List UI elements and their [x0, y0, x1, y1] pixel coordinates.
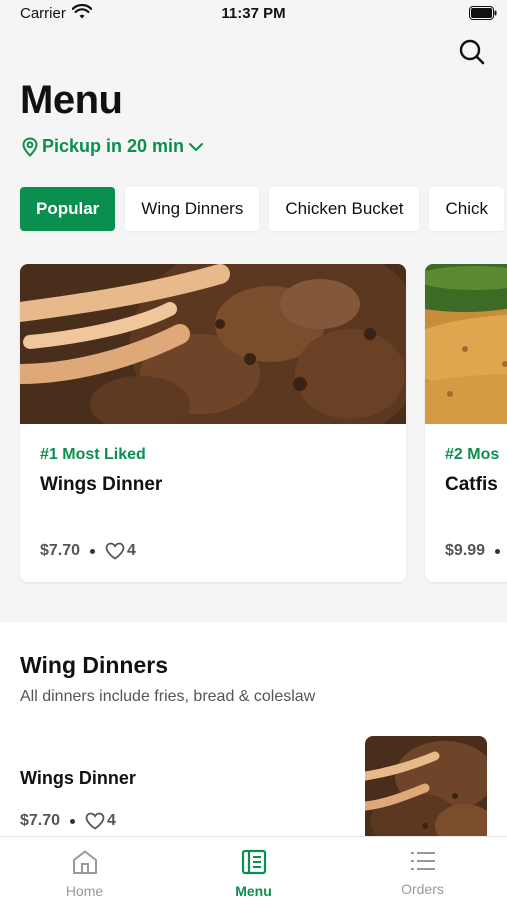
card-price: $7.70: [40, 542, 81, 559]
card-meta: $7.70 4: [40, 542, 136, 560]
tab-home[interactable]: Home: [0, 837, 169, 900]
home-icon: [72, 850, 97, 874]
bottom-tab-bar: Home Menu Orders: [0, 836, 507, 900]
card-item-name: Wings Dinner: [40, 474, 163, 495]
section-subtitle: All dinners include fries, bread & coles…: [20, 688, 316, 705]
category-tabs: Popular Wing Dinners Chicken Bucket Chic…: [20, 187, 504, 231]
card-item-name: Catfis: [445, 474, 498, 495]
page-title: Menu: [20, 78, 123, 122]
popular-card[interactable]: #1 Most Liked Wings Dinner $7.70 4: [20, 264, 406, 582]
tab-label: Menu: [235, 883, 272, 899]
search-button[interactable]: [456, 36, 488, 68]
menu-item-row[interactable]: Wings Dinner $7.70 4: [0, 736, 507, 846]
card-meta: $9.99: [445, 542, 507, 560]
pickup-time-selector[interactable]: Pickup in 20 min: [22, 136, 204, 157]
category-chip-chicken[interactable]: Chick: [429, 187, 504, 231]
popular-carousel: #1 Most Liked Wings Dinner $7.70 4 #2 Mo…: [20, 264, 507, 582]
menu-screen: Carrier 11:37 PM Menu Pickup in 20 min P…: [0, 0, 507, 900]
separator-dot: [70, 818, 76, 824]
menu-item-price: $7.70: [20, 812, 61, 829]
heart-icon: [105, 542, 125, 560]
heart-icon: [85, 812, 105, 830]
section-title: Wing Dinners: [20, 652, 169, 678]
card-price: $9.99: [445, 542, 486, 559]
status-bar: Carrier 11:37 PM: [0, 0, 507, 28]
category-chip-wing-dinners[interactable]: Wing Dinners: [125, 187, 260, 231]
tab-orders[interactable]: Orders: [338, 837, 507, 900]
food-image: [20, 264, 406, 424]
like-count-value: 4: [107, 812, 116, 829]
card-rank-label: #1 Most Liked: [40, 446, 146, 463]
menu-item-name: Wings Dinner: [20, 768, 136, 788]
category-chip-popular[interactable]: Popular: [20, 187, 116, 231]
like-count: 4: [105, 542, 136, 560]
menu-item-meta: $7.70 4: [20, 812, 116, 830]
popular-card[interactable]: #2 Mos Catfis $9.99: [425, 264, 507, 582]
menu-item-image: [365, 736, 487, 846]
location-pin-icon: [22, 136, 38, 157]
pickup-label: Pickup in 20 min: [42, 136, 185, 156]
separator-dot: [495, 548, 501, 554]
battery-icon: [469, 6, 497, 20]
tab-menu[interactable]: Menu: [169, 837, 338, 900]
category-chip-chicken-bucket[interactable]: Chicken Bucket: [269, 187, 420, 231]
tab-label: Orders: [401, 881, 444, 897]
like-count: 4: [85, 812, 116, 830]
search-icon: [459, 39, 485, 65]
separator-dot: [90, 548, 96, 554]
card-rank-label: #2 Mos: [445, 446, 500, 463]
list-icon: [410, 852, 435, 870]
menu-book-icon: [241, 849, 266, 875]
clock: 11:37 PM: [221, 5, 286, 22]
tab-label: Home: [65, 883, 104, 899]
food-image: [425, 264, 507, 424]
like-count-value: 4: [127, 542, 136, 559]
chevron-down-icon: [189, 142, 204, 151]
